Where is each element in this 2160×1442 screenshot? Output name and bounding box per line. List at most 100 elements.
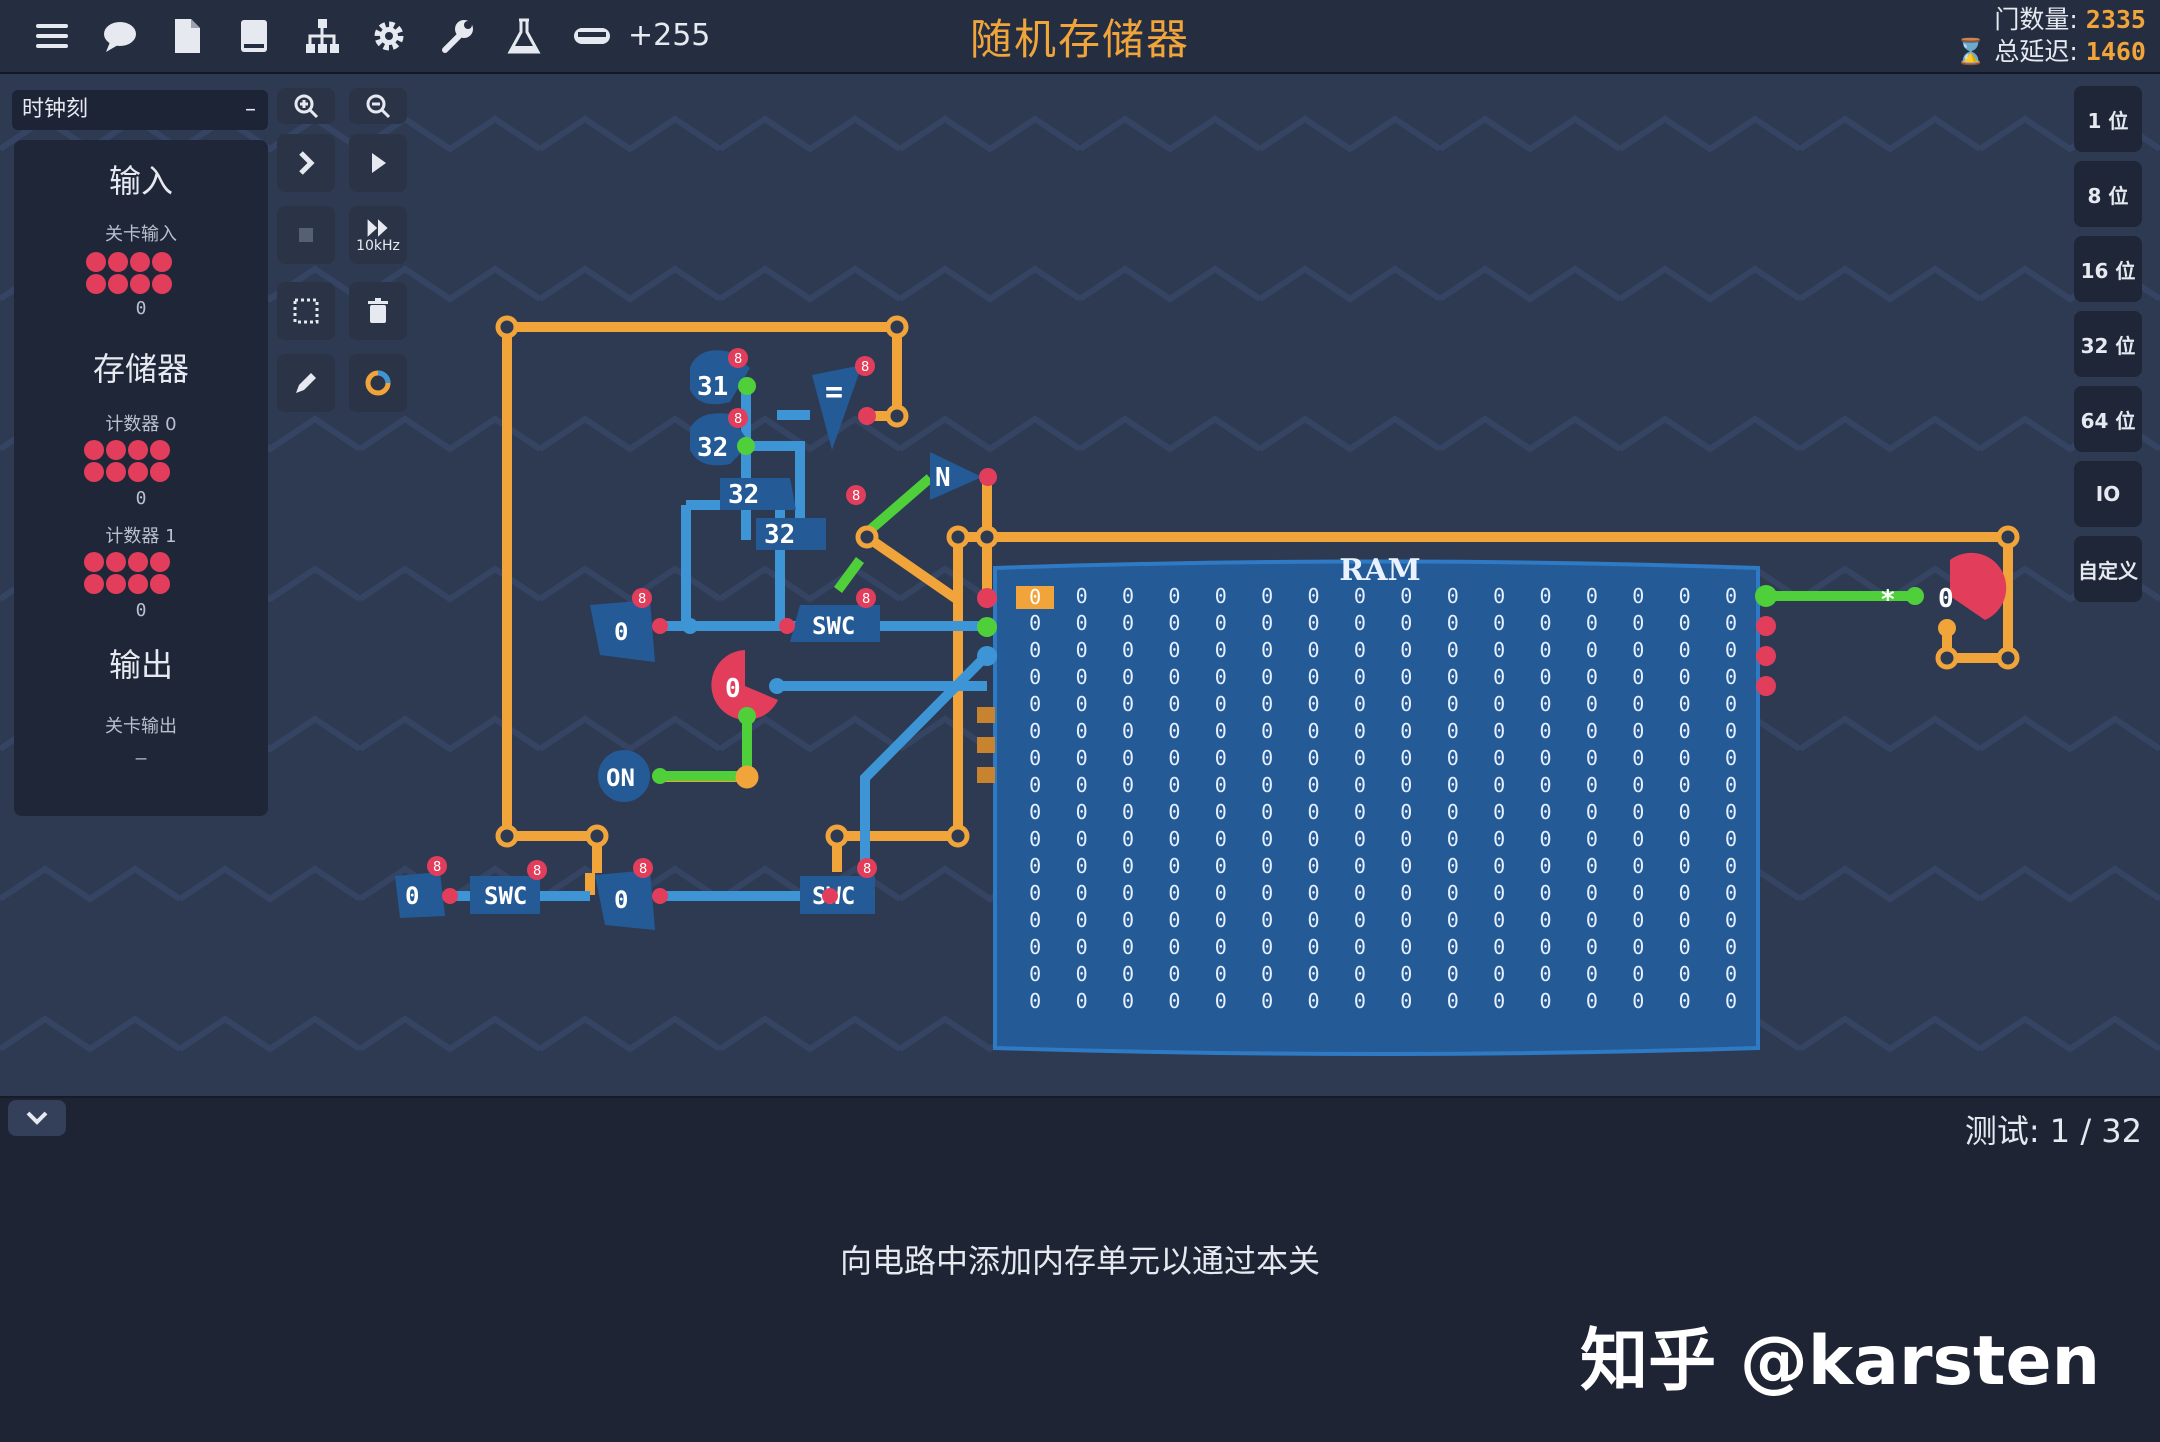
ram-cell: 0 — [1585, 773, 1598, 797]
ram-cell: 0 — [1075, 854, 1088, 878]
ram-cell: 0 — [1446, 665, 1459, 689]
ram-cell: 0 — [1029, 800, 1042, 824]
stop-button[interactable] — [277, 206, 335, 264]
zoom-in-button[interactable] — [277, 88, 335, 124]
ram-cell: 0 — [1353, 827, 1366, 851]
step-button[interactable] — [277, 134, 335, 192]
ram-cell: 0 — [1400, 719, 1413, 743]
counter1-component[interactable] — [84, 552, 170, 594]
file-icon[interactable] — [165, 14, 209, 58]
test-label: 测试: — [1964, 1112, 2040, 1150]
memory-header: 存储器 — [92, 350, 189, 388]
ram-cell: 0 — [1353, 746, 1366, 770]
ram-cell: 0 — [1585, 746, 1598, 770]
ram-cell: 0 — [1632, 827, 1645, 851]
ram-cell: 0 — [1539, 719, 1552, 743]
fast-forward-button[interactable]: 10kHz — [349, 206, 407, 264]
menu-icon[interactable] — [30, 14, 74, 58]
size-button-6[interactable]: 自定义 — [2074, 536, 2142, 602]
level-input-value: 0 — [135, 298, 147, 319]
tape-icon[interactable] — [570, 14, 614, 58]
wrench-icon[interactable] — [435, 14, 479, 58]
ram-cell: 0 — [1446, 692, 1459, 716]
ram-cell: 0 — [1446, 962, 1459, 986]
pencil-button[interactable] — [277, 354, 335, 412]
ram-cell: 0 — [1632, 692, 1645, 716]
ram-cell: 0 — [1446, 719, 1459, 743]
ram-cell: 0 — [1016, 586, 1055, 609]
book-icon[interactable] — [232, 14, 276, 58]
size-button-3[interactable]: 32 位 — [2074, 311, 2142, 377]
ram-cell: 0 — [1075, 800, 1088, 824]
size-button-5[interactable]: IO — [2074, 461, 2142, 527]
chat-icon[interactable] — [98, 14, 142, 58]
flask-icon[interactable] — [502, 14, 546, 58]
zoom-out-button[interactable] — [349, 88, 407, 124]
ram-cell: 0 — [1678, 881, 1691, 905]
ram-cell: 0 — [1168, 989, 1181, 1013]
ram-cell: 0 — [1493, 584, 1506, 608]
ram-cell: 0 — [1168, 773, 1181, 797]
gate-bonus-counter: +255 — [628, 18, 711, 53]
play-button[interactable] — [349, 134, 407, 192]
ram-cell: 0 — [1539, 827, 1552, 851]
level-input-component[interactable] — [86, 252, 172, 294]
ram-cell: 0 — [1725, 611, 1738, 635]
ram-cell: 0 — [1678, 854, 1691, 878]
ram-cell: 0 — [1678, 827, 1691, 851]
ram-title: RAM — [1339, 553, 1421, 588]
ram-cell: 0 — [1075, 935, 1088, 959]
collapse-minus-icon[interactable]: – — [245, 90, 256, 130]
size-button-2[interactable]: 16 位 — [2074, 236, 2142, 302]
clock-select-label: 时钟刻 — [22, 97, 89, 122]
ram-cell: 0 — [1168, 638, 1181, 662]
play-icon — [372, 153, 386, 173]
ram-cell: 0 — [1446, 827, 1459, 851]
color-button[interactable] — [349, 354, 407, 412]
ram-cell: 0 — [1446, 935, 1459, 959]
ram-cell: 0 — [1632, 935, 1645, 959]
hierarchy-icon[interactable] — [300, 14, 344, 58]
ram-cell: 0 — [1632, 908, 1645, 932]
ram-cell: 0 — [1493, 908, 1506, 932]
ram-cell: 0 — [1029, 638, 1042, 662]
counter0-component[interactable] — [84, 440, 170, 482]
ram-cell: 0 — [1261, 854, 1274, 878]
ram-cell: 0 — [1539, 908, 1552, 932]
ram-cell: 0 — [1632, 881, 1645, 905]
ram-cell: 0 — [1121, 746, 1134, 770]
ram-cell: 0 — [1539, 962, 1552, 986]
ram-cell: 0 — [1725, 854, 1738, 878]
ram-cell: 0 — [1446, 881, 1459, 905]
counter1-label: 计数器 1 — [105, 526, 177, 547]
ram-cell: 0 — [1029, 881, 1042, 905]
ram-cell: 0 — [1585, 854, 1598, 878]
ram-cell: 0 — [1307, 692, 1320, 716]
ram-cell: 0 — [1446, 989, 1459, 1013]
ram-cell: 0 — [1632, 584, 1645, 608]
ram-cell: 0 — [1214, 584, 1227, 608]
collapse-button[interactable] — [8, 1100, 66, 1136]
ram-cell: 0 — [1075, 827, 1088, 851]
test-progress: 1 / 32 — [2049, 1112, 2142, 1150]
select-area-button[interactable] — [277, 282, 335, 340]
ram-cell: 0 — [1168, 854, 1181, 878]
size-button-0[interactable]: 1 位 — [2074, 86, 2142, 152]
ram-cell: 0 — [1261, 611, 1274, 635]
size-button-1[interactable]: 8 位 — [2074, 161, 2142, 227]
size-button-4[interactable]: 64 位 — [2074, 386, 2142, 452]
ram-cell: 0 — [1353, 773, 1366, 797]
ram-cell: 0 — [1725, 746, 1738, 770]
clock-select[interactable]: 时钟刻 – — [12, 90, 268, 130]
input-header: 输入 — [108, 162, 173, 200]
ram-cell: 0 — [1493, 881, 1506, 905]
ram-cell: 0 — [1307, 638, 1320, 662]
ram-cell: 0 — [1121, 908, 1134, 932]
delete-button[interactable] — [349, 282, 407, 340]
gear-icon[interactable] — [367, 14, 411, 58]
ram-cell: 0 — [1725, 692, 1738, 716]
ram-cell: 0 — [1585, 692, 1598, 716]
ram-cell: 0 — [1725, 719, 1738, 743]
ram-cell: 0 — [1493, 611, 1506, 635]
ram-cell: 0 — [1307, 773, 1320, 797]
